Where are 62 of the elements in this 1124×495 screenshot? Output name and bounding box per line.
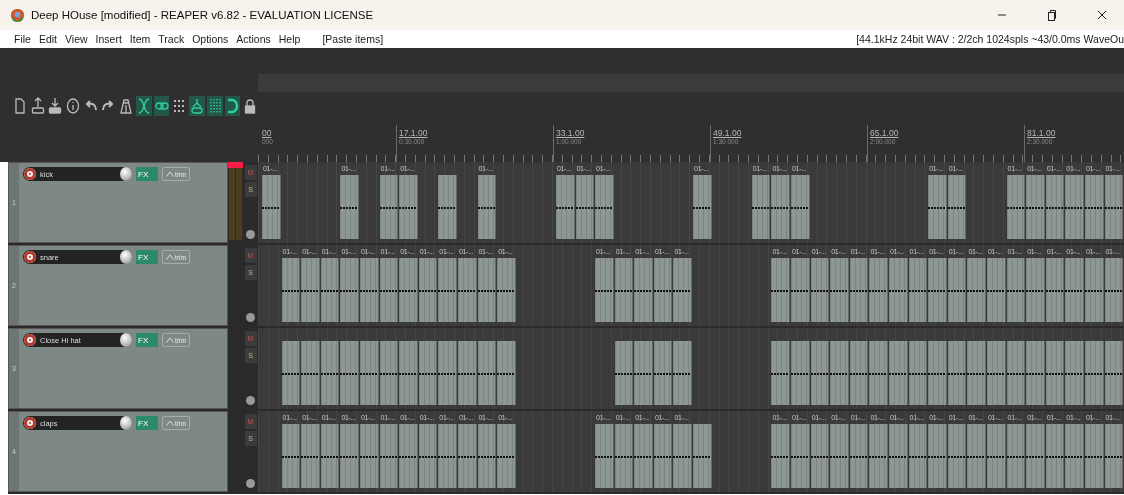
ruler-bar-label: 81.1.00 [1027, 128, 1057, 138]
fx-button[interactable]: FX [136, 167, 158, 181]
ruler-bar-label: 65.1.00 [870, 128, 900, 138]
record-arm-button[interactable] [24, 417, 36, 429]
restore-icon [1047, 9, 1057, 21]
toolbar-button[interactable] [224, 96, 241, 116]
volume-knob[interactable] [120, 333, 132, 347]
toolbar-button[interactable] [206, 96, 223, 116]
menu-item[interactable]: File [10, 33, 35, 45]
close-icon [1097, 10, 1107, 20]
toolbar-button[interactable] [136, 96, 152, 116]
fx-button[interactable]: FX [136, 416, 158, 430]
fx-button[interactable]: FX [136, 333, 158, 347]
ruler-bar-label: 33.1.00 [556, 128, 586, 138]
app-logo-icon [10, 7, 25, 23]
dots-grid-icon [172, 97, 187, 115]
fx-button[interactable]: FX [136, 250, 158, 264]
volume-knob[interactable] [120, 416, 132, 430]
last-action-label: [Paste items] [322, 33, 384, 45]
window-title: Deep HOuse [modified] - REAPER v6.82 - EVALUATION LICENSE [31, 9, 374, 21]
upload-icon [30, 97, 45, 115]
magnet-icon [225, 97, 240, 115]
pan-knob[interactable] [246, 396, 255, 405]
pan-knob[interactable] [246, 479, 255, 488]
ruler-bar-label: 00 [262, 128, 273, 138]
pan-knob[interactable] [246, 230, 255, 239]
record-arm-button[interactable] [24, 334, 36, 346]
audio-status: [44.1kHz 24bit WAV : 2/2ch 1024spls ~43/0.0ms WaveOu [856, 33, 1124, 45]
toolbar-button[interactable] [12, 96, 28, 116]
envelope-icon [166, 254, 174, 260]
menu-item[interactable]: Options [188, 33, 233, 45]
file-icon [12, 97, 27, 115]
info-icon [66, 97, 80, 115]
volume-knob[interactable] [120, 167, 132, 181]
toolbar-button[interactable] [65, 96, 81, 116]
menu-item[interactable]: Help [274, 33, 305, 45]
menu-item[interactable]: Actions [232, 33, 275, 45]
envelope-icon [166, 337, 174, 343]
menu-item[interactable]: Item [125, 33, 155, 45]
ruler-bar-label: 49.1.00 [713, 128, 743, 138]
pan-knob[interactable] [246, 313, 255, 322]
toolbar-button[interactable] [153, 96, 170, 116]
toolbar-button[interactable] [118, 96, 135, 116]
envelope-icon [166, 171, 174, 177]
grid-lines-icon [207, 97, 222, 115]
record-arm-button[interactable] [24, 168, 36, 180]
lock-icon [243, 97, 258, 115]
metronome-icon [119, 97, 134, 115]
toolbar-button[interactable] [47, 96, 64, 116]
menu-item[interactable]: View [61, 33, 92, 45]
record-arm-button[interactable] [24, 251, 36, 263]
crossfade-icon [136, 97, 151, 115]
menu-item[interactable]: Edit [34, 33, 61, 45]
toolbar-button[interactable] [189, 96, 205, 116]
menu-item[interactable]: Track [154, 33, 189, 45]
volume-knob[interactable] [120, 250, 132, 264]
ruler-bar-label: 17.1.00 [399, 128, 429, 138]
download-icon [48, 97, 63, 115]
toolbar-button[interactable] [29, 96, 46, 116]
envelope-icon [166, 420, 174, 426]
group-icon [190, 97, 205, 115]
menu-item[interactable]: Insert [91, 33, 126, 45]
